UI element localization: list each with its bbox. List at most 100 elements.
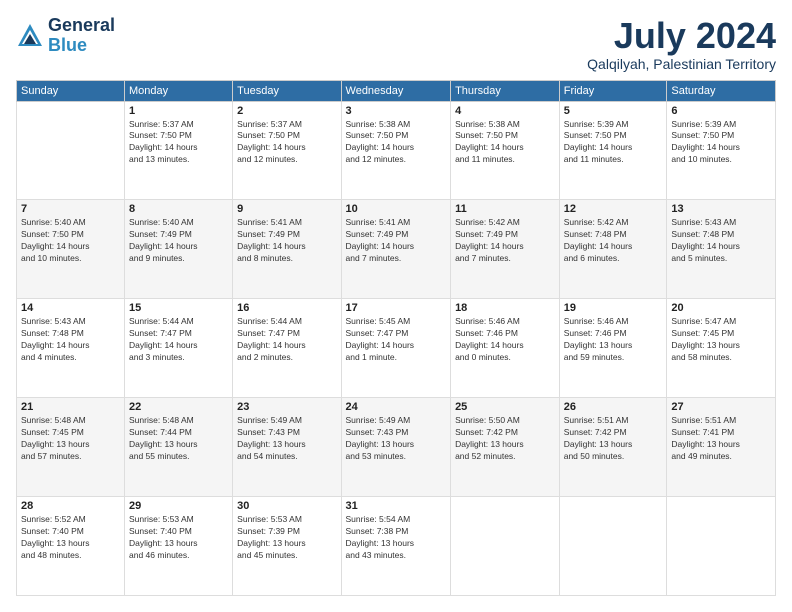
day-info: Sunrise: 5:48 AM Sunset: 7:44 PM Dayligh… (129, 415, 228, 463)
table-row: 28 Sunrise: 5:52 AM Sunset: 7:40 PM Dayli… (17, 497, 125, 596)
col-wednesday: Wednesday (341, 80, 451, 101)
table-row: 18Sunrise: 5:46 AM Sunset: 7:46 PM Dayli… (451, 299, 560, 398)
week-row-1: 7Sunrise: 5:40 AM Sunset: 7:50 PM Daylig… (17, 200, 776, 299)
table-row: 19Sunrise: 5:46 AM Sunset: 7:46 PM Dayli… (559, 299, 667, 398)
day-info: Sunrise: 5:53 AM Sunset: 7:39 PM Dayligh… (237, 514, 336, 562)
week-row-4: 28 Sunrise: 5:52 AM Sunset: 7:40 PM Dayli… (17, 497, 776, 596)
day-number: 31 (346, 500, 447, 512)
day-info: Sunrise: 5:48 AM Sunset: 7:45 PM Dayligh… (21, 415, 120, 463)
day-number: 12 (564, 203, 663, 215)
day-info: Sunrise: 5:38 AM Sunset: 7:50 PM Dayligh… (346, 119, 447, 167)
table-row (667, 497, 776, 596)
day-info: Sunrise: 5:43 AM Sunset: 7:48 PM Dayligh… (21, 316, 120, 364)
logo-text: General Blue (48, 16, 115, 56)
table-row: 9 Sunrise: 5:41 AM Sunset: 7:49 PM Daylig… (233, 200, 341, 299)
day-number: 27 (671, 401, 771, 413)
day-info: Sunrise: 5:41 AM Sunset: 7:49 PM Dayligh… (237, 217, 336, 265)
day-number: 19 (564, 302, 663, 314)
day-number: 21 (21, 401, 120, 413)
day-info: Sunrise: 5:47 AM Sunset: 7:45 PM Dayligh… (671, 316, 771, 364)
col-thursday: Thursday (451, 80, 560, 101)
table-row: 31 Sunrise: 5:54 AM Sunset: 7:38 PM Dayli… (341, 497, 451, 596)
day-number: 6 (671, 105, 771, 117)
day-number: 14 (21, 302, 120, 314)
day-info: Sunrise: 5:51 AM Sunset: 7:41 PM Dayligh… (671, 415, 771, 463)
table-row: 16 Sunrise: 5:44 AM Sunset: 7:47 PM Dayli… (233, 299, 341, 398)
table-row: 6Sunrise: 5:39 AM Sunset: 7:50 PM Daylig… (667, 101, 776, 200)
table-row: 5 Sunrise: 5:39 AM Sunset: 7:50 PM Daylig… (559, 101, 667, 200)
table-row: 14 Sunrise: 5:43 AM Sunset: 7:48 PM Dayli… (17, 299, 125, 398)
day-info: Sunrise: 5:54 AM Sunset: 7:38 PM Dayligh… (346, 514, 447, 562)
day-number: 8 (129, 203, 228, 215)
day-number: 3 (346, 105, 447, 117)
header-row: Sunday Monday Tuesday Wednesday Thursday… (17, 80, 776, 101)
table-row: 12Sunrise: 5:42 AM Sunset: 7:48 PM Dayli… (559, 200, 667, 299)
col-tuesday: Tuesday (233, 80, 341, 101)
calendar-table: Sunday Monday Tuesday Wednesday Thursday… (16, 80, 776, 596)
day-number: 30 (237, 500, 336, 512)
col-monday: Monday (125, 80, 233, 101)
day-info: Sunrise: 5:43 AM Sunset: 7:48 PM Dayligh… (671, 217, 771, 265)
logo-blue: Blue (48, 35, 87, 55)
page: General Blue July 2024 Qalqilyah, Palest… (0, 0, 792, 612)
day-number: 15 (129, 302, 228, 314)
table-row: 2 Sunrise: 5:37 AM Sunset: 7:50 PM Daylig… (233, 101, 341, 200)
table-row (17, 101, 125, 200)
day-number: 4 (455, 105, 555, 117)
week-row-2: 14 Sunrise: 5:43 AM Sunset: 7:48 PM Dayli… (17, 299, 776, 398)
day-info: Sunrise: 5:44 AM Sunset: 7:47 PM Dayligh… (237, 316, 336, 364)
table-row: 30 Sunrise: 5:53 AM Sunset: 7:39 PM Dayli… (233, 497, 341, 596)
table-row: 23Sunrise: 5:49 AM Sunset: 7:43 PM Dayli… (233, 398, 341, 497)
day-number: 29 (129, 500, 228, 512)
day-info: Sunrise: 5:44 AM Sunset: 7:47 PM Dayligh… (129, 316, 228, 364)
day-info: Sunrise: 5:42 AM Sunset: 7:49 PM Dayligh… (455, 217, 555, 265)
day-info: Sunrise: 5:49 AM Sunset: 7:43 PM Dayligh… (346, 415, 447, 463)
day-number: 22 (129, 401, 228, 413)
table-row: 7Sunrise: 5:40 AM Sunset: 7:50 PM Daylig… (17, 200, 125, 299)
col-friday: Friday (559, 80, 667, 101)
table-row: 1 Sunrise: 5:37 AM Sunset: 7:50 PM Daylig… (125, 101, 233, 200)
logo: General Blue (16, 16, 115, 56)
day-number: 9 (237, 203, 336, 215)
day-number: 24 (346, 401, 447, 413)
day-info: Sunrise: 5:38 AM Sunset: 7:50 PM Dayligh… (455, 119, 555, 167)
logo-icon (16, 22, 44, 50)
day-number: 5 (564, 105, 663, 117)
day-number: 11 (455, 203, 555, 215)
table-row (451, 497, 560, 596)
location-title: Qalqilyah, Palestinian Territory (587, 56, 776, 72)
day-info: Sunrise: 5:39 AM Sunset: 7:50 PM Dayligh… (564, 119, 663, 167)
day-number: 20 (671, 302, 771, 314)
day-number: 28 (21, 500, 120, 512)
day-info: Sunrise: 5:51 AM Sunset: 7:42 PM Dayligh… (564, 415, 663, 463)
day-info: Sunrise: 5:37 AM Sunset: 7:50 PM Dayligh… (237, 119, 336, 167)
table-row (559, 497, 667, 596)
table-row: 17Sunrise: 5:45 AM Sunset: 7:47 PM Dayli… (341, 299, 451, 398)
month-title: July 2024 (587, 16, 776, 56)
logo-general: General (48, 15, 115, 35)
week-row-0: 1 Sunrise: 5:37 AM Sunset: 7:50 PM Daylig… (17, 101, 776, 200)
day-info: Sunrise: 5:53 AM Sunset: 7:40 PM Dayligh… (129, 514, 228, 562)
day-number: 1 (129, 105, 228, 117)
day-number: 25 (455, 401, 555, 413)
day-number: 2 (237, 105, 336, 117)
table-row: 22 Sunrise: 5:48 AM Sunset: 7:44 PM Dayli… (125, 398, 233, 497)
table-row: 27 Sunrise: 5:51 AM Sunset: 7:41 PM Dayli… (667, 398, 776, 497)
day-info: Sunrise: 5:41 AM Sunset: 7:49 PM Dayligh… (346, 217, 447, 265)
day-info: Sunrise: 5:50 AM Sunset: 7:42 PM Dayligh… (455, 415, 555, 463)
table-row: 21 Sunrise: 5:48 AM Sunset: 7:45 PM Dayli… (17, 398, 125, 497)
day-info: Sunrise: 5:37 AM Sunset: 7:50 PM Dayligh… (129, 119, 228, 167)
col-sunday: Sunday (17, 80, 125, 101)
table-row: 20 Sunrise: 5:47 AM Sunset: 7:45 PM Dayli… (667, 299, 776, 398)
table-row: 29 Sunrise: 5:53 AM Sunset: 7:40 PM Dayli… (125, 497, 233, 596)
table-row: 24 Sunrise: 5:49 AM Sunset: 7:43 PM Dayli… (341, 398, 451, 497)
day-number: 16 (237, 302, 336, 314)
day-info: Sunrise: 5:52 AM Sunset: 7:40 PM Dayligh… (21, 514, 120, 562)
day-info: Sunrise: 5:40 AM Sunset: 7:49 PM Dayligh… (129, 217, 228, 265)
day-number: 7 (21, 203, 120, 215)
table-row: 25 Sunrise: 5:50 AM Sunset: 7:42 PM Dayli… (451, 398, 560, 497)
table-row: 10Sunrise: 5:41 AM Sunset: 7:49 PM Dayli… (341, 200, 451, 299)
day-number: 13 (671, 203, 771, 215)
day-info: Sunrise: 5:46 AM Sunset: 7:46 PM Dayligh… (455, 316, 555, 364)
table-row: 8 Sunrise: 5:40 AM Sunset: 7:49 PM Daylig… (125, 200, 233, 299)
